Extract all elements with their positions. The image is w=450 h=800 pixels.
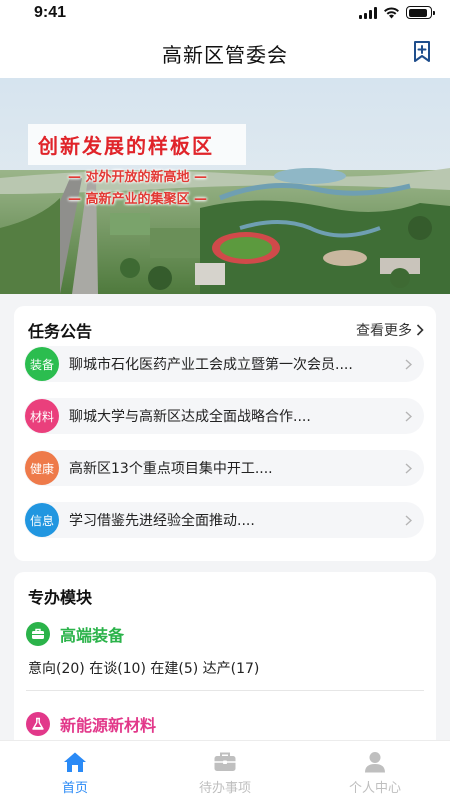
banner-headline: 创新发展的样板区 (28, 124, 246, 165)
view-more-link[interactable]: 查看更多 (356, 320, 424, 340)
notice-text: 高新区13个重点项目集中开工.... (69, 461, 273, 477)
divider (26, 690, 424, 691)
module-high-end-equipment[interactable]: 高端装备 (26, 622, 124, 646)
chevron-right-icon (405, 463, 412, 474)
battery-icon (406, 6, 435, 19)
notice-badge: 健康 (25, 451, 59, 485)
notice-item[interactable]: 健康 高新区13个重点项目集中开工.... (24, 450, 424, 486)
nav-bar: 高新区管委会 (0, 28, 450, 78)
notice-badge: 材料 (25, 399, 59, 433)
flask-icon (26, 712, 50, 736)
chevron-right-icon (405, 359, 412, 370)
notice-item[interactable]: 材料 聊城大学与高新区达成全面战略合作.... (24, 398, 424, 434)
tab-home[interactable]: 首页 (0, 741, 150, 800)
status-bar: 9:41 (0, 0, 450, 28)
chevron-right-icon (405, 411, 412, 422)
tab-label: 待办事项 (198, 781, 251, 796)
module-name: 高端装备 (60, 626, 125, 645)
notice-item[interactable]: 信息 学习借鉴先进经验全面推动.... (24, 502, 424, 538)
briefcase-icon (26, 622, 50, 646)
chevron-right-icon (405, 515, 412, 526)
module-stats: 意向(20) 在谈(10) 在建(5) 达产(17) (28, 661, 260, 677)
notice-list: 装备 聊城市石化医药产业工会成立暨第一次会员.... 材料 聊城大学与高新区达成… (24, 346, 424, 554)
status-icons (359, 6, 435, 19)
modules-card: 专办模块 高端装备 意向(20) 在谈(10) 在建(5) 达产(17) 新能源… (14, 572, 436, 762)
notice-section-title: 任务公告 (28, 322, 93, 341)
banner-subtitle-2: — 高新产业的集聚区 — (68, 192, 208, 207)
home-icon (64, 752, 86, 772)
user-icon (365, 752, 385, 773)
banner-subtitle-1: — 对外开放的新高地 — (68, 170, 208, 185)
todo-briefcase-icon (214, 752, 236, 771)
wifi-icon (384, 7, 399, 19)
banner-slogans: 创新发展的样板区 — 对外开放的新高地 — — 高新产业的集聚区 — (28, 124, 246, 209)
notice-badge: 信息 (25, 503, 59, 537)
hero-banner[interactable]: 创新发展的样板区 — 对外开放的新高地 — — 高新产业的集聚区 — (0, 78, 450, 294)
notice-text: 聊城市石化医药产业工会成立暨第一次会员.... (69, 357, 353, 373)
tab-label: 个人中心 (348, 781, 401, 796)
notice-item[interactable]: 装备 聊城市石化医药产业工会成立暨第一次会员.... (24, 346, 424, 382)
notice-card: 任务公告 查看更多 装备 聊城市石化医药产业工会成立暨第一次会员.... 材料 … (14, 306, 436, 561)
page-title: 高新区管委会 (162, 43, 288, 67)
chevron-right-icon (416, 324, 424, 336)
module-new-energy-materials[interactable]: 新能源新材料 (26, 712, 156, 736)
cellular-signal-icon (359, 6, 377, 19)
bottom-tab-bar: 首页 待办事项 个人中心 (0, 740, 450, 800)
notice-text: 聊城大学与高新区达成全面战略合作.... (69, 409, 311, 425)
module-name: 新能源新材料 (60, 716, 157, 735)
view-more-label: 查看更多 (356, 323, 412, 339)
tab-profile[interactable]: 个人中心 (300, 741, 450, 800)
notice-badge: 装备 (25, 347, 59, 381)
notice-text: 学习借鉴先进经验全面推动.... (69, 513, 255, 529)
tab-todo[interactable]: 待办事项 (150, 741, 300, 800)
bookmark-add-icon[interactable] (412, 40, 432, 64)
status-time: 9:41 (34, 4, 67, 21)
tab-label: 首页 (61, 781, 88, 796)
modules-section-title: 专办模块 (28, 588, 93, 607)
